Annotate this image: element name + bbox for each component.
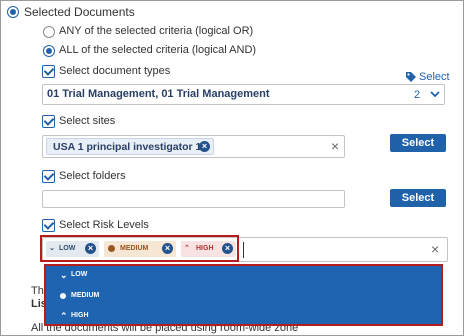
sites-checkbox[interactable] (42, 115, 55, 128)
dot-icon (60, 293, 66, 299)
document-types-checkbox[interactable] (42, 65, 55, 78)
folders-field[interactable] (42, 190, 345, 208)
chevron-down-icon: ⌄ (60, 270, 68, 280)
folders-checkbox[interactable] (42, 170, 55, 183)
any-criteria-label: ANY of the selected criteria (logical OR… (59, 25, 254, 37)
document-types-select-link[interactable]: Select (419, 71, 450, 83)
remove-medium-icon[interactable]: × (162, 243, 173, 254)
folders-label: Select folders (59, 170, 126, 182)
document-types-field[interactable]: 01 Trial Management, 01 Trial Management… (42, 84, 445, 105)
chevron-up-icon: ⌃ (60, 311, 68, 321)
risk-levels-checkbox[interactable] (42, 219, 55, 232)
risk-tag-high: ⌃ HIGH × (181, 241, 236, 257)
document-types-label: Select document types (59, 65, 171, 77)
risk-tag-medium: MEDIUM × (104, 241, 176, 257)
remove-site-icon[interactable]: × (199, 141, 210, 152)
clear-sites-icon[interactable]: × (331, 139, 339, 153)
sites-label: Select sites (59, 115, 116, 127)
risk-levels-dropdown: ⌄ LOW MEDIUM ⌃ HIGH (44, 264, 443, 326)
site-chip-label: USA 1 principal investigator 1 (53, 141, 202, 153)
document-types-value: 01 Trial Management, 01 Trial Management (47, 88, 270, 100)
folders-select-button[interactable]: Select (390, 189, 446, 207)
tag-icon (405, 71, 417, 85)
all-criteria-radio[interactable] (43, 45, 55, 57)
selected-documents-radio[interactable] (7, 6, 19, 18)
all-criteria-label: ALL of the selected criteria (logical AN… (59, 44, 257, 56)
clear-risk-levels-icon[interactable]: × (431, 242, 439, 256)
any-criteria-radio[interactable] (43, 26, 55, 38)
risk-tag-low-label: LOW (59, 245, 76, 252)
risk-tag-medium-label: MEDIUM (120, 245, 149, 252)
info-text-line-1: Th (31, 285, 44, 297)
selected-documents-label: Selected Documents (24, 5, 135, 19)
selected-tags-highlight: ⌄ LOW × MEDIUM × ⌃ HIGH × (40, 235, 239, 262)
sites-field[interactable]: USA 1 principal investigator 1 × × (42, 135, 345, 158)
risk-tag-low: ⌄ LOW × (46, 241, 99, 257)
chevron-down-icon[interactable] (429, 88, 441, 103)
text-cursor (243, 242, 244, 258)
remove-high-icon[interactable]: × (222, 243, 233, 254)
remove-low-icon[interactable]: × (85, 243, 96, 254)
document-types-count: 2 (414, 89, 421, 101)
risk-levels-label: Select Risk Levels (59, 219, 149, 231)
risk-tag-high-label: HIGH (196, 245, 214, 252)
sites-select-button[interactable]: Select (390, 134, 446, 152)
site-chip: USA 1 principal investigator 1 × (46, 138, 214, 155)
